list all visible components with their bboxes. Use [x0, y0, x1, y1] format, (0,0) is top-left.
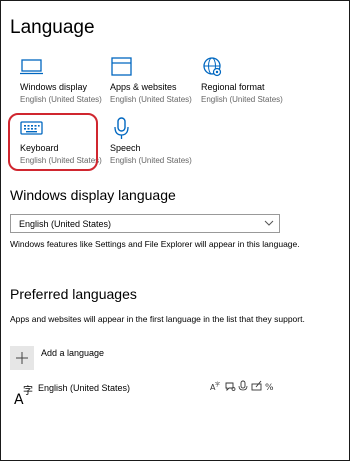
display-language-heading: Windows display language: [10, 187, 176, 203]
svg-text:%: %: [265, 383, 274, 392]
add-language-button[interactable]: [10, 346, 34, 370]
add-language-label[interactable]: Add a language: [41, 348, 104, 358]
keyboard-highlight-outline: [8, 113, 98, 171]
chevron-down-icon: [264, 220, 274, 226]
basic-typing-icon: %: [265, 383, 274, 392]
tile-title: Windows display: [20, 82, 88, 92]
language-name: English (United States): [38, 383, 131, 393]
preferred-languages-description: Apps and websites will appear in the fir…: [10, 314, 305, 324]
microphone-icon: [114, 117, 129, 139]
globe-gear-icon: [203, 57, 222, 77]
tile-subtitle: English (United States): [110, 95, 192, 104]
dropdown-value: English (United States): [19, 219, 112, 229]
language-glyph-icon: A 字: [14, 384, 33, 405]
page-title: Language: [10, 17, 95, 38]
svg-text:字: 字: [215, 381, 220, 388]
browser-window-icon: [111, 57, 132, 76]
language-pack-icon: A 字: [210, 381, 220, 392]
tile-apps-websites[interactable]: Apps & websites English (United States): [100, 56, 192, 112]
speech-recognition-icon: [225, 382, 236, 392]
monitor-icon: [20, 59, 43, 75]
display-language-dropdown[interactable]: English (United States): [10, 214, 280, 233]
preferred-languages-heading: Preferred languages: [10, 286, 137, 302]
tile-subtitle: English (United States): [201, 95, 283, 104]
display-language-description: Windows features like Settings and File …: [10, 239, 300, 249]
tile-windows-display[interactable]: Windows display English (United States): [10, 56, 102, 112]
handwriting-icon: [251, 380, 262, 391]
tile-regional-format[interactable]: Regional format English (United States): [191, 56, 283, 112]
text-to-speech-icon: [238, 380, 248, 391]
tile-title: Regional format: [201, 82, 265, 92]
plus-icon: [16, 352, 28, 364]
tile-speech[interactable]: Speech English (United States): [100, 117, 192, 173]
tile-subtitle: English (United States): [20, 95, 102, 104]
svg-text:字: 字: [23, 384, 33, 397]
tile-title: Speech: [110, 143, 141, 153]
settings-window: Language Windows display English (United…: [0, 0, 350, 461]
tile-subtitle: English (United States): [110, 156, 192, 165]
tile-title: Apps & websites: [110, 82, 177, 92]
